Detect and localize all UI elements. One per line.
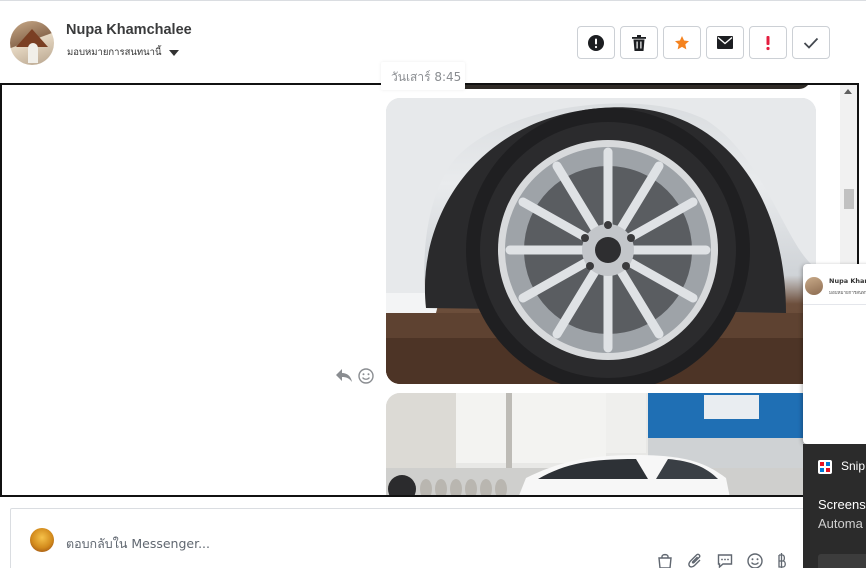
snip-notification[interactable]: Snip Screens Automa xyxy=(803,444,866,568)
mark-done-button[interactable] xyxy=(792,26,830,59)
saved-reply-icon[interactable] xyxy=(717,553,733,568)
mark-unread-button[interactable] xyxy=(706,26,744,59)
car-photo-graphic xyxy=(386,393,816,495)
message-timestamp: วันเสาร์ 8:45 xyxy=(381,62,465,90)
star-icon xyxy=(675,35,689,49)
check-icon xyxy=(803,37,819,49)
smiley-icon[interactable] xyxy=(358,368,374,384)
tire-photo-graphic xyxy=(386,98,816,384)
shopping-bag-icon[interactable] xyxy=(657,553,673,568)
contact-avatar[interactable] xyxy=(10,21,54,65)
snip-app-icon xyxy=(818,460,832,474)
toast-action-button[interactable] xyxy=(818,554,866,568)
trash-icon xyxy=(632,34,646,51)
paperclip-icon[interactable] xyxy=(687,553,703,568)
toast-message: Screens xyxy=(818,497,866,512)
preview-divider xyxy=(803,304,866,305)
preview-assign-label: มอบหมายการสนทนานี้ xyxy=(829,291,866,296)
scrollbar-thumb[interactable] xyxy=(844,189,854,209)
flag-important-button[interactable] xyxy=(749,26,787,59)
baht-currency-icon[interactable] xyxy=(777,553,787,568)
toast-submessage: Automa xyxy=(818,516,863,531)
message-thread[interactable] xyxy=(0,83,859,497)
message-reactions xyxy=(336,368,374,384)
alert-circle-icon xyxy=(588,34,604,51)
scroll-up-arrow-icon[interactable] xyxy=(844,89,852,94)
assign-label: มอบหมายการสนทนานี้ xyxy=(67,47,162,58)
page-avatar xyxy=(30,528,54,552)
contact-name[interactable]: Nupa Khamchalee xyxy=(66,22,192,38)
preview-avatar xyxy=(805,277,823,295)
composer-tools xyxy=(657,553,787,568)
reply-input[interactable]: ตอบกลับใน Messenger... xyxy=(66,534,210,554)
emoji-icon[interactable] xyxy=(747,553,763,568)
person-shape xyxy=(28,43,38,63)
car-photo[interactable] xyxy=(386,393,816,495)
reply-arrow-icon[interactable] xyxy=(336,369,352,383)
spam-button[interactable] xyxy=(577,26,615,59)
delete-button[interactable] xyxy=(620,26,658,59)
star-button[interactable] xyxy=(663,26,701,59)
toast-title: Snip xyxy=(841,459,866,473)
conversation-actions xyxy=(577,26,830,59)
preview-contact-name: Nupa Khamchale xyxy=(829,277,866,285)
exclamation-icon xyxy=(766,35,770,50)
tire-photo[interactable] xyxy=(386,98,816,384)
mail-icon xyxy=(717,36,733,49)
chevron-down-icon xyxy=(168,49,179,56)
assign-conversation-dropdown[interactable]: มอบหมายการสนทนานี้ xyxy=(67,45,179,60)
inbox-page: Nupa Khamchalee มอบหมายการสนทนานี้ วันเส… xyxy=(0,0,866,568)
screenshot-preview-popup[interactable]: Nupa Khamchale มอบหมายการสนทนานี้ xyxy=(803,264,866,444)
